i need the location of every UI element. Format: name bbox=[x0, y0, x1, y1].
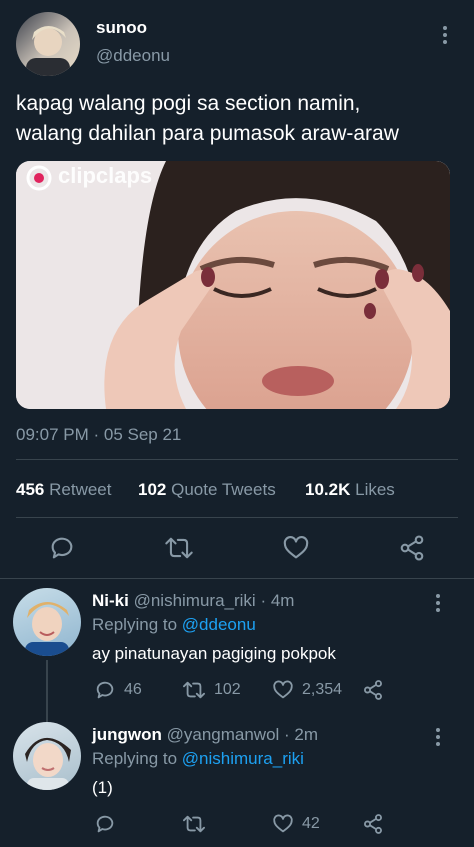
reply-button[interactable]: 46 bbox=[94, 679, 142, 701]
reply-count: 46 bbox=[124, 681, 142, 698]
like-button[interactable] bbox=[282, 534, 310, 562]
reply-author-handle[interactable]: @yangmanwol bbox=[167, 725, 280, 744]
share-icon bbox=[364, 814, 382, 834]
avatar-photo bbox=[25, 737, 71, 790]
reply-time[interactable]: · 2m bbox=[284, 725, 318, 744]
tweet-media[interactable]: clipclaps bbox=[16, 161, 450, 409]
media-watermark: clipclaps bbox=[58, 163, 153, 188]
reply-avatar[interactable] bbox=[13, 722, 81, 790]
reply-author-handle[interactable]: @nishimura_riki bbox=[134, 591, 256, 610]
tweet-timestamp[interactable]: 09:07 PM · 05 Sep 21 bbox=[16, 425, 181, 445]
reply-button[interactable] bbox=[94, 813, 124, 835]
media-image bbox=[16, 161, 450, 409]
retweet-count: 102 bbox=[214, 681, 241, 698]
thread-line bbox=[46, 660, 48, 722]
likes-count: 10.2K bbox=[305, 480, 351, 499]
divider bbox=[16, 517, 458, 518]
divider bbox=[0, 578, 474, 579]
like-icon bbox=[273, 680, 293, 699]
more-icon[interactable] bbox=[436, 594, 440, 615]
quote-stat[interactable]: 102 Quote Tweets bbox=[138, 480, 276, 500]
replying-to: Replying to @nishimura_riki bbox=[92, 749, 304, 769]
replying-label: Replying to bbox=[92, 749, 178, 768]
likes-stat[interactable]: 10.2K Likes bbox=[305, 480, 395, 500]
tweet-text-line-2: walang dahilan para pumasok araw-araw bbox=[16, 122, 399, 145]
more-icon[interactable] bbox=[443, 26, 447, 47]
reply-text: ay pinatunayan pagiging pokpok bbox=[92, 644, 336, 663]
retweet-icon bbox=[165, 537, 193, 559]
reply-time[interactable]: · 4m bbox=[260, 591, 294, 610]
share-button[interactable] bbox=[362, 813, 384, 835]
replying-to: Replying to @ddeonu bbox=[92, 615, 256, 635]
reply-icon bbox=[51, 537, 73, 559]
retweet-icon bbox=[183, 815, 205, 833]
retweet-button[interactable] bbox=[164, 534, 194, 562]
like-count: 2,354 bbox=[302, 681, 343, 698]
reply-header: Ni-ki @nishimura_riki · 4m bbox=[92, 591, 294, 611]
quote-label: Quote Tweets bbox=[171, 480, 276, 499]
tweet-text-line-1: kapag walang pogi sa section namin, bbox=[16, 92, 361, 115]
share-button[interactable] bbox=[362, 679, 384, 701]
reply-author-name[interactable]: Ni-ki bbox=[92, 591, 129, 610]
replying-label: Replying to bbox=[92, 615, 178, 634]
retweet-label: Retweet bbox=[49, 480, 112, 499]
replying-to-link[interactable]: @nishimura_riki bbox=[182, 749, 304, 768]
reply-icon bbox=[96, 681, 114, 699]
share-icon bbox=[364, 680, 382, 700]
reply-text: (1) bbox=[92, 778, 113, 797]
more-icon[interactable] bbox=[436, 728, 440, 749]
divider bbox=[16, 459, 458, 460]
author-name[interactable]: sunoo bbox=[96, 18, 147, 38]
replying-to-link[interactable]: @ddeonu bbox=[182, 615, 256, 634]
like-icon bbox=[283, 536, 309, 559]
retweet-button[interactable]: 102 bbox=[182, 679, 241, 701]
reply-header: jungwon @yangmanwol · 2m bbox=[92, 725, 318, 745]
share-button[interactable] bbox=[398, 534, 426, 562]
retweet-count: 456 bbox=[16, 480, 45, 499]
like-button[interactable]: 42 bbox=[272, 813, 320, 835]
quote-count: 102 bbox=[138, 480, 167, 499]
retweet-button[interactable] bbox=[182, 813, 214, 835]
author-handle[interactable]: @ddeonu bbox=[96, 46, 170, 66]
reply-avatar[interactable] bbox=[13, 588, 81, 656]
avatar-photo bbox=[25, 602, 69, 656]
likes-label: Likes bbox=[355, 480, 395, 499]
like-icon bbox=[273, 814, 293, 833]
reply-author-name[interactable]: jungwon bbox=[92, 725, 162, 744]
clipclaps-logo-icon bbox=[26, 165, 52, 191]
avatar-photo bbox=[26, 26, 70, 76]
reply-icon bbox=[96, 815, 114, 833]
like-button[interactable]: 2,354 bbox=[272, 679, 342, 701]
retweet-stat[interactable]: 456 Retweet bbox=[16, 480, 111, 500]
author-avatar[interactable] bbox=[16, 12, 80, 76]
reply-button[interactable] bbox=[48, 534, 76, 562]
share-icon bbox=[400, 535, 424, 561]
retweet-icon bbox=[183, 681, 205, 699]
like-count: 42 bbox=[302, 815, 320, 832]
